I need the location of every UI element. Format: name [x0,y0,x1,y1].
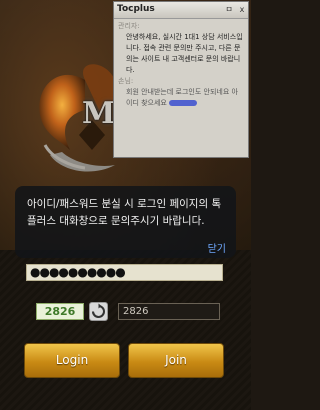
refresh-icon [92,303,105,318]
captcha-code: 2826 [36,303,84,320]
toast-close-link[interactable]: 닫기 [208,240,226,255]
logo-letter: M [82,96,116,131]
chat-sender: 관리자: [118,22,140,30]
chat-messages: 관리자: 안녕하세요, 실시간 1대1 상담 서비스입니다. 접속 관련 문의만… [114,19,248,111]
join-button[interactable]: Join [128,343,224,378]
toast-message: 아이디/패스워드 분실 시 로그인 페이지의 톡플러스 대화창으로 문의주시기 … [27,198,222,227]
minimize-button[interactable]: ㅁ [224,5,234,15]
chat-window[interactable]: Tocplus ㅁ x 관리자: 안녕하세요, 실시간 1대1 상담 서비스입니… [113,1,249,158]
chat-message: 회원 안내받는데 로그인도 안되네요 아이디 찾으세요 [118,87,244,109]
captcha-input[interactable]: 2826 [118,303,220,320]
login-button[interactable]: Login [24,343,120,378]
chat-sender: 손님: [118,77,134,85]
password-field[interactable]: ●●●●●●●●●● [26,264,223,281]
chat-message: 안녕하세요, 실시간 1대1 상담 서비스입니다. 접속 관련 문의만 주시고,… [126,33,243,74]
scribble-mark-icon [169,100,198,106]
close-button[interactable]: x [237,5,247,15]
chat-title: Tocplus [117,4,155,14]
chat-titlebar[interactable]: Tocplus ㅁ x [114,2,248,19]
refresh-captcha-button[interactable] [89,302,108,321]
notice-toast: 아이디/패스워드 분실 시 로그인 페이지의 톡플러스 대화창으로 문의주시기 … [15,186,236,258]
